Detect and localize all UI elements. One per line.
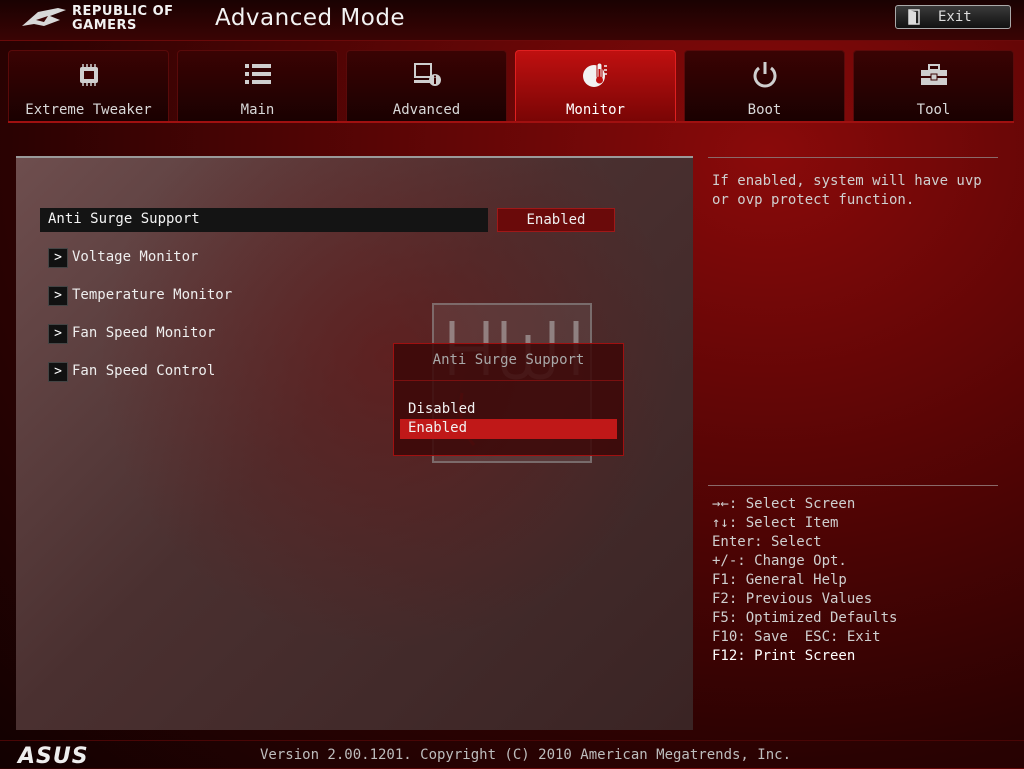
key-hint: F1: General Help	[712, 572, 847, 588]
popup-option-enabled[interactable]: Enabled	[400, 419, 617, 439]
exit-button[interactable]: Exit	[895, 5, 1011, 29]
tab-monitor[interactable]: Monitor	[515, 50, 676, 122]
help-divider-bottom	[708, 485, 998, 486]
submenu-label: Fan Speed Control	[72, 363, 216, 379]
tab-main[interactable]: Main	[177, 50, 338, 122]
chevron-right-icon: >	[48, 248, 68, 268]
chip-icon	[79, 64, 98, 86]
brand-line-1: REPUBLIC OF	[72, 4, 174, 19]
anti-surge-support-row[interactable]: Anti Surge Support	[40, 208, 488, 232]
popup-divider	[394, 380, 623, 381]
submenu-label: Temperature Monitor	[72, 287, 233, 303]
key-hint: Enter: Select	[712, 534, 822, 550]
help-description: If enabled, system will have uvp or ovp …	[712, 173, 982, 208]
popup-option-disabled[interactable]: Disabled	[400, 400, 617, 420]
mode-title: Advanced Mode	[215, 5, 406, 31]
submenu-label: Voltage Monitor	[72, 249, 199, 265]
help-divider-top	[708, 157, 998, 158]
tab-label: Advanced	[392, 102, 461, 118]
chevron-right-icon: >	[48, 286, 68, 306]
setting-label: Anti Surge Support	[48, 211, 200, 227]
exit-door-icon	[908, 9, 920, 25]
tab-label: Boot	[747, 102, 782, 118]
exit-label: Exit	[938, 9, 972, 25]
tab-label: Extreme Tweaker	[25, 102, 152, 118]
tab-label: Tool	[916, 102, 951, 118]
toolbox-icon	[920, 64, 947, 85]
top-header: REPUBLIC OF GAMERS Advanced Mode Exit	[0, 0, 1024, 41]
brand-line-2: GAMERS	[72, 18, 137, 33]
chevron-right-icon: >	[48, 362, 68, 382]
brand-text: REPUBLIC OF GAMERS	[72, 5, 174, 33]
tab-label: Monitor	[565, 102, 625, 118]
key-legend: →←: Select Screen ↑↓: Select Item Enter:…	[712, 495, 897, 666]
chevron-right-icon: >	[48, 324, 68, 344]
footer-divider	[0, 740, 1024, 741]
tab-tool[interactable]: Tool	[853, 50, 1014, 122]
version-text: Version 2.00.1201. Copyright (C) 2010 Am…	[260, 747, 792, 763]
list-icon	[244, 64, 271, 84]
asus-logo: ASUS	[18, 744, 89, 769]
power-icon	[753, 62, 776, 88]
key-hint: F12: Print Screen	[712, 648, 856, 664]
tab-label: Main	[240, 102, 275, 118]
key-hint: F10: Save ESC: Exit	[712, 629, 881, 645]
option-label: Enabled	[408, 420, 468, 436]
thermometer-icon	[582, 62, 607, 87]
key-hint: F5: Optimized Defaults	[712, 610, 898, 626]
popup-title: Anti Surge Support	[432, 352, 585, 368]
advanced-info-icon	[413, 63, 441, 86]
anti-surge-support-value[interactable]: Enabled	[497, 208, 615, 232]
tab-advanced[interactable]: Advanced	[346, 50, 507, 122]
key-hint: F2: Previous Values	[712, 591, 873, 607]
key-hint: ↑↓: Select Item	[712, 515, 839, 531]
key-hint: +/-: Change Opt.	[712, 553, 847, 569]
option-label: Disabled	[408, 401, 476, 417]
tab-bar-divider	[8, 121, 1014, 123]
rog-eye-logo-icon	[22, 8, 66, 26]
tab-boot[interactable]: Boot	[684, 50, 845, 122]
key-hint: →←: Select Screen	[712, 496, 856, 512]
anti-surge-support-popup: Anti Surge Support Disabled Enabled	[393, 343, 624, 456]
submenu-label: Fan Speed Monitor	[72, 325, 216, 341]
tab-extreme-tweaker[interactable]: Extreme Tweaker	[8, 50, 169, 122]
